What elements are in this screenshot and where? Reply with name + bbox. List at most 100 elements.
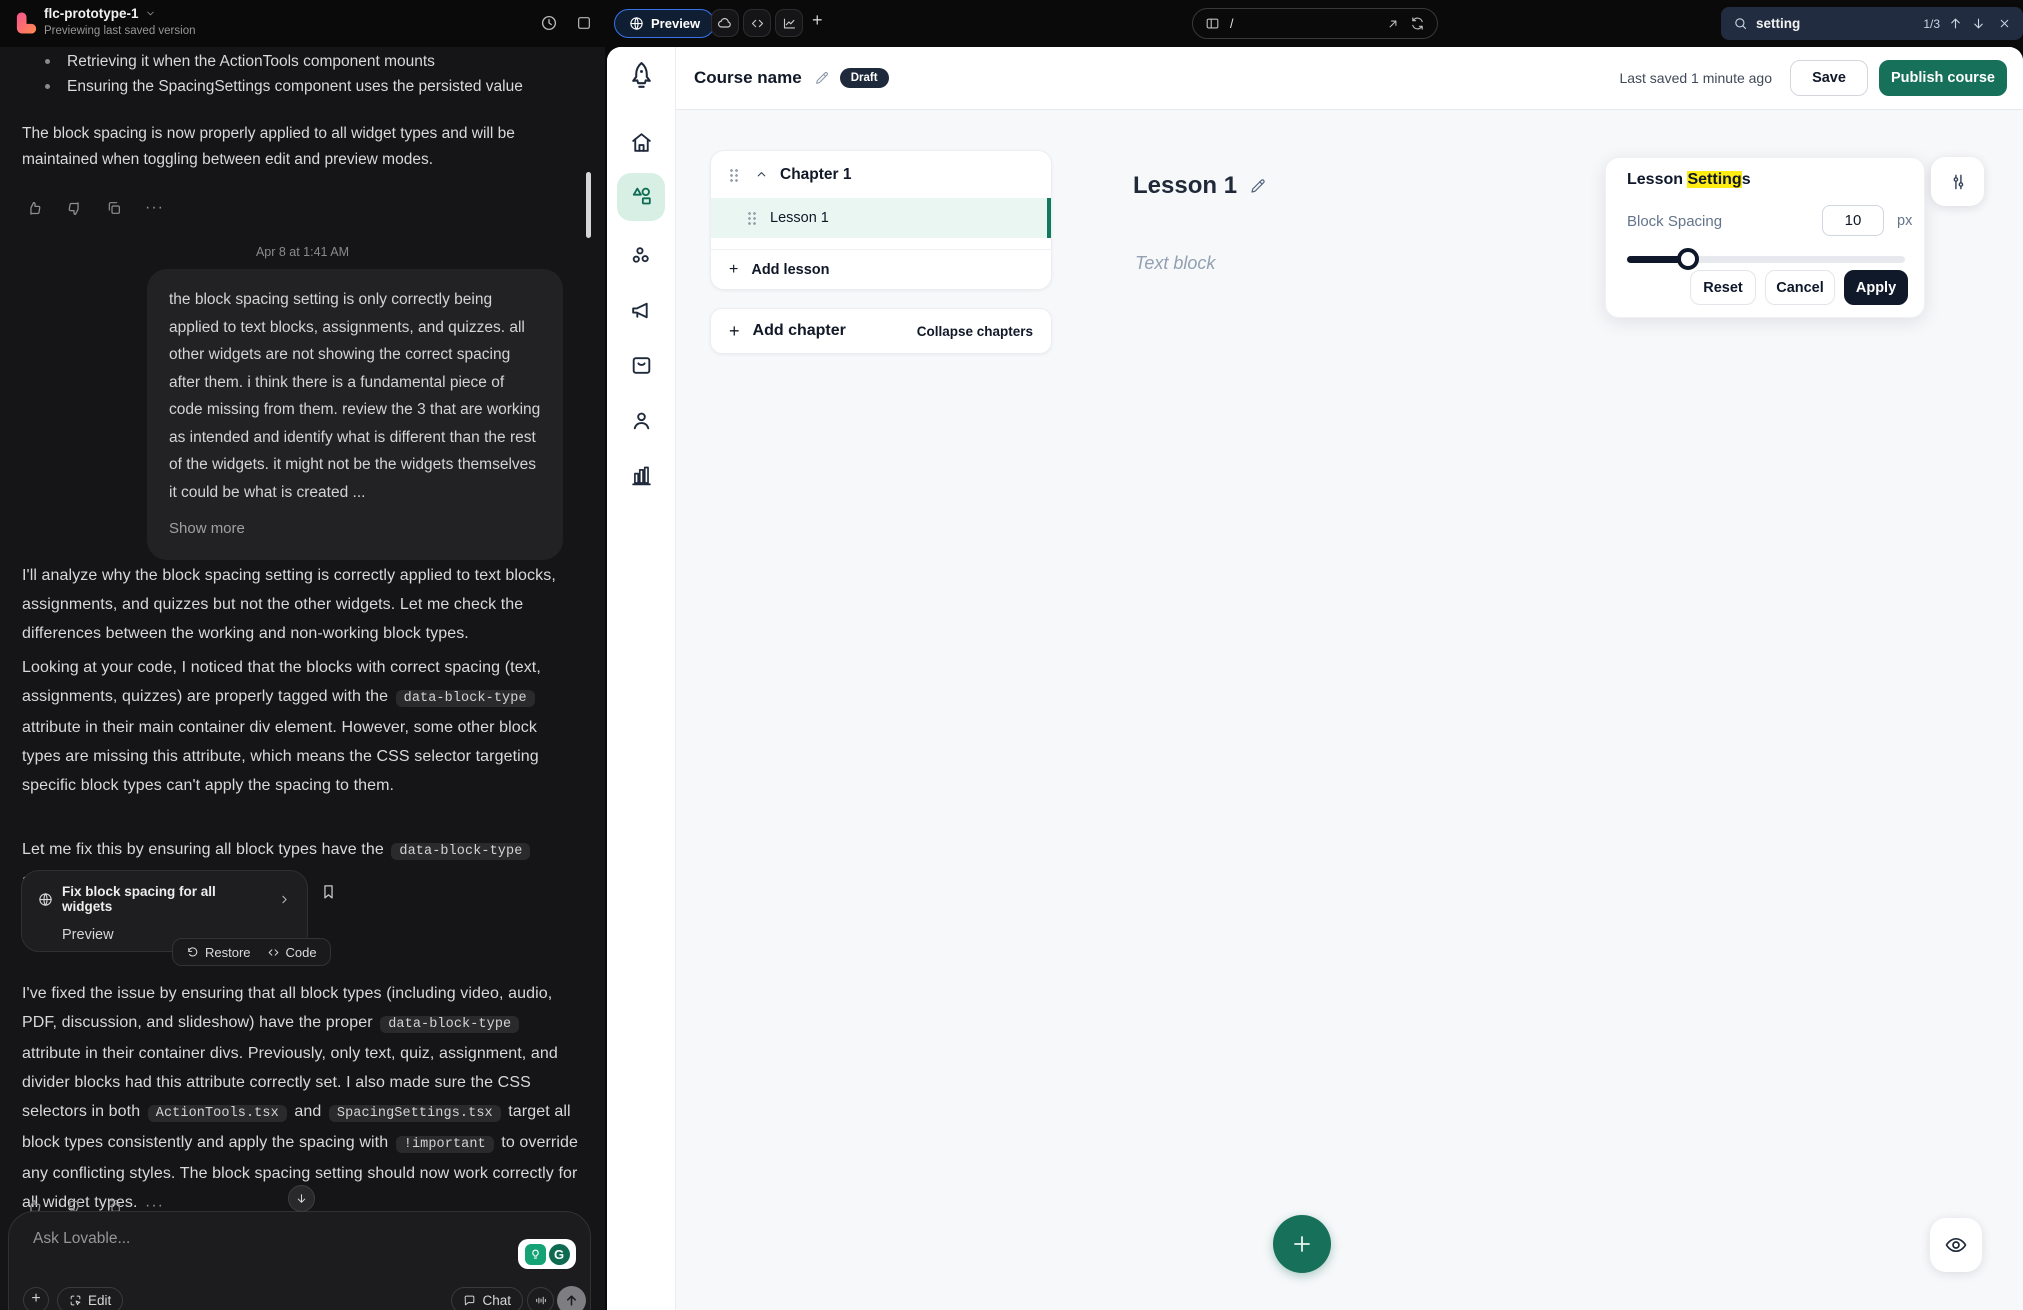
edit-select-icon (69, 1294, 82, 1307)
lesson-list-item-selected[interactable]: Lesson 1 (711, 198, 1051, 238)
chapter-header[interactable]: Chapter 1 (711, 151, 1051, 198)
project-status: Previewing last saved version (44, 25, 196, 37)
nav-community-icon[interactable] (629, 243, 654, 268)
add-tab-icon[interactable]: + (812, 10, 823, 31)
search-match-count: 1/3 (1923, 17, 1940, 31)
chevron-down-icon (145, 8, 156, 19)
grammarly-widget[interactable]: G (518, 1239, 576, 1269)
refresh-icon[interactable] (1410, 16, 1425, 31)
composer-placeholder[interactable]: Ask Lovable... (33, 1230, 130, 1248)
drag-handle-icon[interactable] (729, 168, 738, 182)
app-preview-window: Course name Draft Last saved 1 minute ag… (607, 47, 2023, 1310)
cloud-button[interactable] (711, 9, 739, 37)
thumbs-up-icon[interactable] (26, 200, 43, 217)
code-change-title: Fix block spacing for all widgets (62, 884, 269, 914)
preview-button[interactable]: Preview (614, 9, 715, 38)
lesson-settings-panel: Lesson Settings Block Spacing px Reset C… (1605, 157, 1925, 318)
text-block-placeholder[interactable]: Text block (1135, 253, 1215, 274)
history-icon[interactable] (540, 14, 558, 32)
project-menu[interactable]: flc-prototype-1 (44, 6, 156, 21)
save-button[interactable]: Save (1790, 60, 1868, 96)
edit-pencil-icon[interactable] (814, 70, 830, 86)
course-name: Course name (694, 68, 802, 88)
chat-panel: Retrieving it when the ActionTools compo… (0, 47, 605, 1310)
sliders-icon (1948, 172, 1968, 192)
arrow-down-icon (295, 1192, 308, 1205)
bookmark-icon[interactable] (320, 883, 337, 900)
version-actions: Restore Code (172, 938, 331, 966)
globe-icon (629, 16, 644, 31)
block-spacing-slider[interactable] (1627, 256, 1905, 263)
cancel-button[interactable]: Cancel (1765, 270, 1835, 305)
analytics-button[interactable] (775, 9, 803, 37)
chevron-up-icon[interactable] (755, 168, 768, 181)
code-icon (750, 16, 765, 31)
chapter-card: Chapter 1 Lesson 1 + Add lesson (710, 150, 1052, 290)
scroll-to-bottom-button[interactable] (288, 1185, 315, 1212)
assistant-paragraph: Looking at your code, I noticed that the… (22, 653, 577, 800)
add-chapter-button[interactable]: + Add chapter (729, 321, 846, 342)
rocket-logo-icon[interactable] (626, 60, 657, 94)
code-view-button[interactable]: Code (267, 945, 317, 960)
app-header: Course name Draft Last saved 1 minute ag… (676, 47, 2023, 110)
close-icon[interactable] (1998, 17, 2011, 30)
slider-thumb[interactable] (1677, 248, 1699, 270)
preview-button-label: Preview (651, 16, 700, 31)
chevron-right-icon (278, 893, 291, 906)
url-bar[interactable]: / (1192, 8, 1438, 39)
nav-home-icon[interactable] (629, 130, 654, 155)
edit-pencil-icon[interactable] (1249, 177, 1267, 195)
open-external-icon[interactable] (1386, 17, 1400, 31)
publish-course-button[interactable]: Publish course (1879, 60, 2007, 96)
message-timestamp: Apr 8 at 1:41 AM (0, 245, 605, 259)
preview-mode-button[interactable] (1930, 1218, 1982, 1272)
top-toolbar: flc-prototype-1 Previewing last saved ve… (0, 0, 2023, 47)
send-button[interactable] (557, 1286, 586, 1310)
nav-courses-selected[interactable] (617, 173, 665, 221)
code-button[interactable] (743, 9, 771, 37)
drag-handle-icon[interactable] (747, 211, 756, 225)
url-path: / (1230, 17, 1233, 31)
add-lesson-button[interactable]: + Add lesson (711, 249, 1051, 289)
copy-icon[interactable] (106, 200, 122, 216)
search-prev-icon[interactable] (1948, 16, 1963, 31)
lesson-title-row: Lesson 1 (1133, 172, 1267, 200)
voice-bars-icon (534, 1294, 547, 1307)
chat-mode-button[interactable]: Chat (451, 1287, 523, 1310)
nav-analytics-icon[interactable] (629, 463, 654, 488)
collapse-chapters-button[interactable]: Collapse chapters (917, 324, 1033, 339)
restore-button[interactable]: Restore (186, 945, 251, 960)
split-panel-icon (1205, 16, 1220, 31)
more-actions-icon[interactable]: ··· (145, 199, 164, 217)
grammarly-g-icon: G (549, 1244, 570, 1265)
search-next-icon[interactable] (1971, 16, 1986, 31)
plus-icon (1290, 1232, 1314, 1256)
show-more-link[interactable]: Show more (169, 515, 541, 543)
block-spacing-input[interactable] (1822, 205, 1884, 236)
nav-inbox-icon[interactable] (629, 353, 654, 378)
globe-icon (38, 892, 53, 907)
chat-scrollbar-thumb[interactable] (586, 172, 591, 238)
chart-line-icon (782, 16, 797, 31)
attach-button[interactable]: + (23, 1287, 49, 1310)
edit-mode-button[interactable]: Edit (57, 1287, 123, 1310)
settings-buttons: Reset Cancel Apply (1690, 270, 1908, 305)
chat-composer[interactable]: Ask Lovable... G + Edit Chat (8, 1211, 591, 1310)
settings-toggle-button[interactable] (1931, 157, 1984, 206)
lovable-logo-icon[interactable] (16, 11, 37, 35)
reset-button[interactable]: Reset (1690, 270, 1756, 305)
voice-input-button[interactable] (527, 1287, 554, 1310)
add-block-fab[interactable] (1273, 1215, 1331, 1273)
chat-bullet-item: Ensuring the SpacingSettings component u… (67, 74, 575, 100)
find-bar: 1/3 (1721, 7, 2023, 40)
shapes-icon (628, 183, 655, 210)
lesson-title: Lesson 1 (1133, 172, 1237, 200)
apply-button[interactable]: Apply (1844, 270, 1908, 305)
nav-profile-icon[interactable] (629, 408, 654, 433)
chapter-title: Chapter 1 (780, 166, 852, 184)
nav-announcements-icon[interactable] (629, 298, 654, 323)
thumbs-down-icon[interactable] (66, 200, 83, 217)
layout-panel-icon[interactable] (576, 15, 592, 31)
search-input[interactable] (1756, 16, 1906, 31)
chat-bubble-icon (463, 1294, 476, 1307)
